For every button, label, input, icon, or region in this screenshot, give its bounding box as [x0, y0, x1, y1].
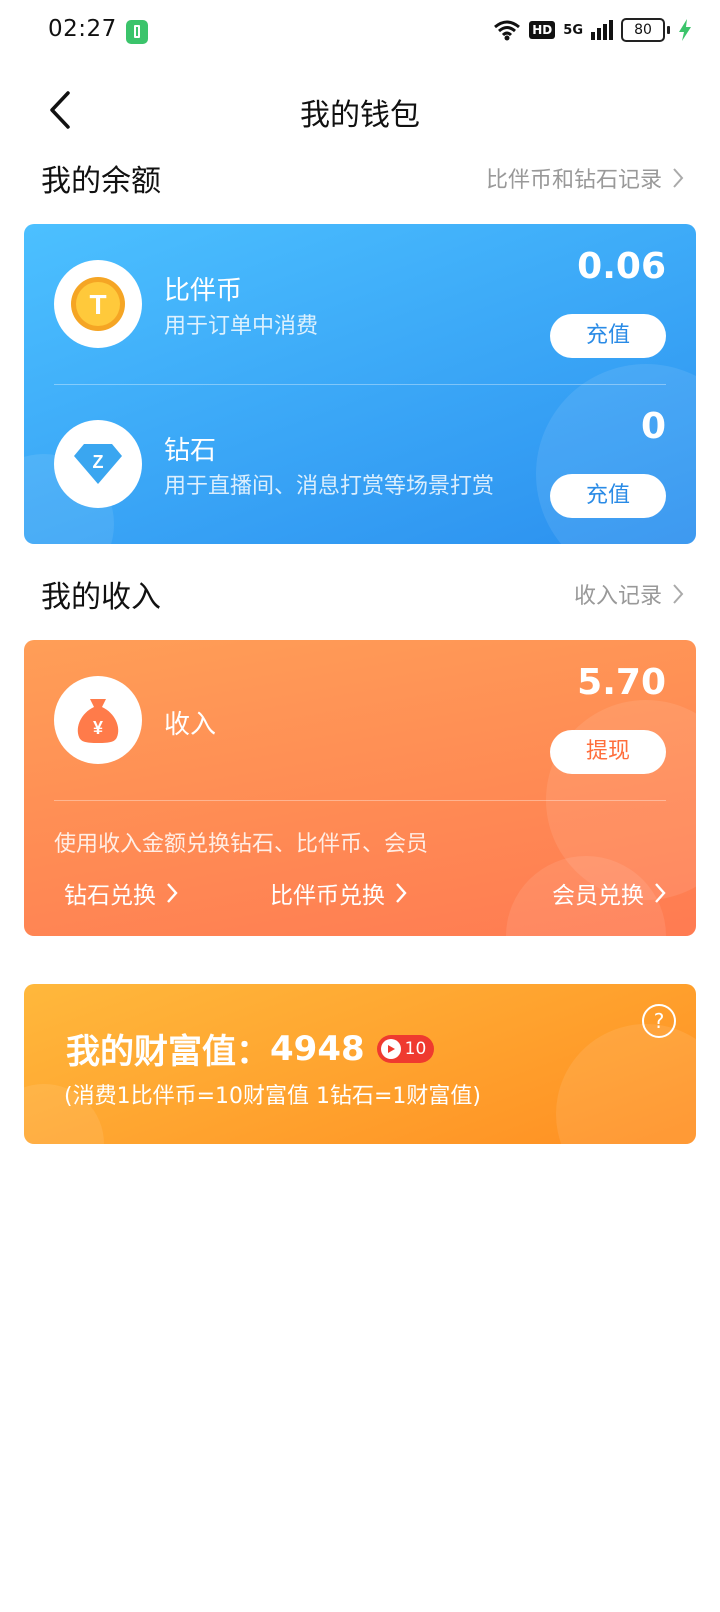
divider: [54, 800, 666, 801]
vip-exchange-label: 会员兑换: [552, 883, 644, 909]
coin-recharge-button[interactable]: 充值: [550, 314, 666, 358]
coin-exchange-link[interactable]: 比伴币兑换: [270, 876, 407, 910]
signal-icon: [591, 20, 613, 40]
coin-desc: 用于订单中消费: [164, 314, 319, 339]
chevron-right-icon: [655, 883, 666, 903]
coin-icon: T: [54, 260, 142, 348]
income-label: 收入: [164, 710, 217, 740]
wealth-level: 10: [404, 1038, 427, 1059]
diamond-exchange-link[interactable]: 钻石兑换: [64, 876, 178, 910]
income-records-link[interactable]: 收入记录: [574, 578, 684, 610]
exchange-hint: 使用收入金额兑换钻石、比伴币、会员: [54, 832, 429, 857]
balance-section-title: 我的余额: [41, 164, 161, 199]
diamond-recharge-button[interactable]: 充值: [550, 474, 666, 518]
coin-row: T 比伴币 用于订单中消费 0.06 充值: [24, 224, 696, 384]
wealth-note: (消费1比伴币=10财富值 1钻石=1财富值): [64, 1084, 482, 1109]
diamond-letter: Z: [93, 452, 104, 472]
wealth-card: ? 我的财富值： 4948 10 (消费1比伴币=10财富值 1钻石=1财富值): [24, 984, 696, 1144]
status-time: 02:27: [48, 16, 117, 42]
help-icon[interactable]: ?: [642, 1004, 676, 1038]
balance-card: T 比伴币 用于订单中消费 0.06 充值 Z 钻石 用于直播间、消息打赏等场景…: [24, 224, 696, 544]
vip-exchange-link[interactable]: 会员兑换: [552, 876, 666, 910]
withdraw-button[interactable]: 提现: [550, 730, 666, 774]
balance-records-link[interactable]: 比伴币和钻石记录: [486, 162, 684, 194]
wealth-level-badge: 10: [376, 1034, 435, 1063]
charging-icon: [679, 19, 691, 41]
balance-records-label: 比伴币和钻石记录: [485, 168, 662, 193]
status-icons: HD 5G 80: [493, 18, 692, 42]
battery-saver-icon: [126, 20, 148, 44]
income-amount: 5.70: [577, 662, 666, 703]
diamond-icon: Z: [54, 420, 142, 508]
exchange-row: 钻石兑换 比伴币兑换 会员兑换: [54, 876, 666, 916]
level-icon: [380, 1038, 401, 1059]
status-bar: 02:27 HD 5G 80: [0, 0, 720, 64]
chevron-right-icon: [396, 883, 407, 903]
wealth-title: 我的财富值： 4948 10: [66, 1024, 435, 1073]
network-type: 5G: [563, 22, 583, 38]
wealth-value: 4948: [270, 1028, 365, 1069]
diamond-row: Z 钻石 用于直播间、消息打赏等场景打赏 0 充值: [24, 384, 696, 544]
income-records-label: 收入记录: [573, 584, 662, 609]
battery-icon: 80: [621, 18, 670, 42]
diamond-desc: 用于直播间、消息打赏等场景打赏: [164, 474, 495, 499]
diamond-name: 钻石: [164, 436, 217, 466]
hd-icon: HD: [529, 21, 556, 39]
svg-text:¥: ¥: [93, 718, 103, 738]
income-section-title: 我的收入: [41, 580, 161, 615]
income-card: ¥ 收入 5.70 提现 使用收入金额兑换钻石、比伴币、会员 钻石兑换 比伴币兑…: [24, 640, 696, 936]
chevron-right-icon: [673, 168, 684, 188]
wealth-label: 我的财富值：: [66, 1032, 270, 1072]
coin-amount: 0.06: [577, 246, 666, 287]
coin-exchange-label: 比伴币兑换: [270, 883, 385, 909]
coin-name: 比伴币: [164, 276, 243, 306]
chevron-right-icon: [167, 883, 178, 903]
money-bag-icon: ¥: [54, 676, 142, 764]
wifi-icon: [494, 20, 521, 41]
income-section-header: 我的收入 收入记录: [41, 572, 684, 616]
nav-header: 我的钱包: [0, 76, 720, 140]
coin-letter: T: [89, 289, 106, 320]
battery-level: 80: [621, 18, 665, 42]
page-title: 我的钱包: [300, 98, 420, 133]
balance-section-header: 我的余额 比伴币和钻石记录: [41, 156, 684, 200]
diamond-exchange-label: 钻石兑换: [64, 883, 156, 909]
diamond-amount: 0: [640, 406, 666, 447]
chevron-right-icon: [673, 584, 684, 604]
